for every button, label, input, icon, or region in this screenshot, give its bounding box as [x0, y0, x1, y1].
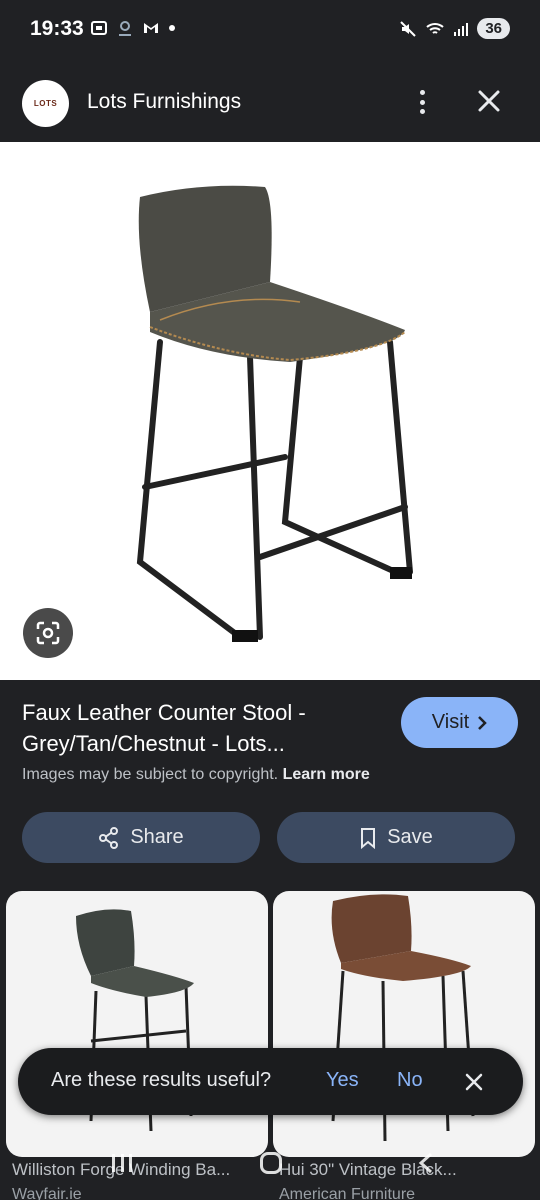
- vpn-icon: [119, 21, 131, 36]
- save-label: Save: [387, 826, 433, 848]
- related-result-card[interactable]: [6, 891, 268, 1157]
- visit-button[interactable]: Visit: [401, 697, 518, 748]
- share-icon: [99, 826, 119, 849]
- screenshot-icon: [91, 21, 107, 35]
- system-nav-bar: [0, 1148, 540, 1200]
- share-label: Share: [130, 826, 184, 848]
- result-title[interactable]: Faux Leather Counter Stool - Grey/Tan/Ch…: [22, 697, 382, 759]
- mute-icon: [400, 20, 417, 37]
- lens-icon: [36, 621, 60, 645]
- gmail-icon: [144, 23, 158, 33]
- related-result-card[interactable]: [273, 891, 535, 1157]
- more-options-icon[interactable]: [410, 87, 434, 117]
- signal-icon: [454, 22, 469, 36]
- wifi-icon: [426, 22, 444, 34]
- chevron-right-icon: [478, 715, 487, 730]
- feedback-yes-button[interactable]: Yes: [326, 1069, 359, 1092]
- feedback-toast: Are these results useful? Yes No: [18, 1048, 523, 1115]
- status-time: 19:33: [30, 17, 84, 40]
- recents-icon[interactable]: [112, 1154, 132, 1172]
- related-image-1: [76, 909, 194, 1132]
- copyright-notice: Images may be subject to copyright. Lear…: [22, 766, 370, 784]
- status-bar: 19:33 36: [0, 0, 540, 62]
- feedback-no-button[interactable]: No: [397, 1069, 423, 1092]
- stool-image: [136, 185, 413, 642]
- close-icon[interactable]: [474, 86, 504, 116]
- learn-more-link[interactable]: Learn more: [283, 766, 370, 783]
- product-image[interactable]: [0, 142, 540, 680]
- site-logo[interactable]: LOTS: [22, 80, 69, 127]
- status-left-icons: [90, 19, 176, 37]
- copyright-text: Images may be subject to copyright.: [22, 766, 279, 783]
- status-right-icons: 36: [399, 18, 510, 39]
- back-icon[interactable]: [416, 1152, 436, 1174]
- battery-indicator: 36: [477, 18, 510, 39]
- site-logo-text: LOTS: [33, 99, 58, 108]
- site-name[interactable]: Lots Furnishings: [87, 90, 241, 114]
- share-button[interactable]: Share: [22, 812, 260, 863]
- close-icon[interactable]: [463, 1071, 485, 1093]
- feedback-question: Are these results useful?: [51, 1069, 272, 1091]
- save-button[interactable]: Save: [277, 812, 515, 863]
- google-lens-button[interactable]: [23, 608, 73, 658]
- dot-icon: [169, 25, 175, 31]
- bookmark-icon: [361, 827, 376, 849]
- visit-label: Visit: [431, 711, 470, 733]
- related-image-2: [331, 894, 475, 1142]
- home-icon[interactable]: [260, 1152, 282, 1174]
- viewer-header: LOTS Lots Furnishings: [0, 62, 540, 142]
